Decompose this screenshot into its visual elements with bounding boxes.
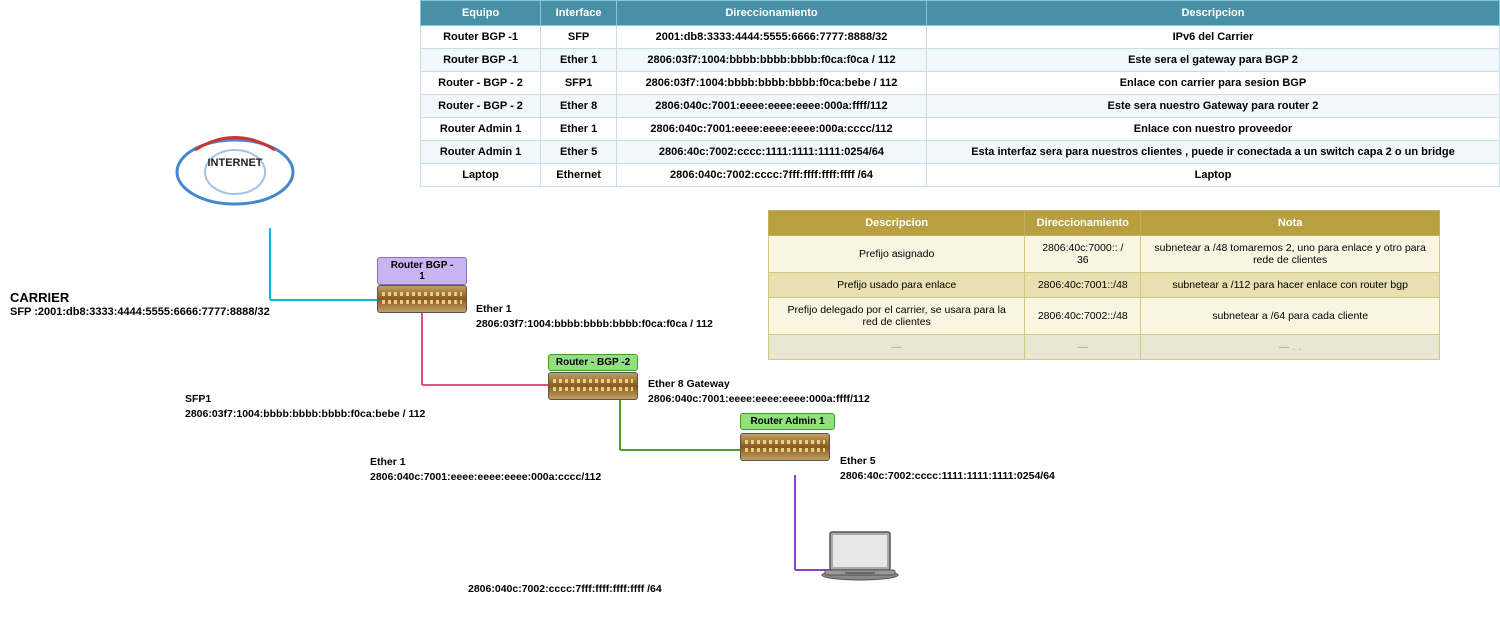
ether5-label: Ether 5	[840, 455, 876, 467]
main-table-wrapper: Equipo Interface Direccionamiento Descri…	[420, 0, 1500, 187]
ether1-admin1-addr: 2806:040c:7001:eeee:eeee:eeee:000a:cccc/…	[370, 471, 601, 483]
cell-equipo: Router - BGP - 2	[421, 95, 541, 118]
cell-interface: SFP1	[541, 72, 617, 95]
cell-equipo: Laptop	[421, 164, 541, 187]
internet-cloud: INTERNET	[170, 135, 300, 225]
cell2-descripcion: —	[769, 335, 1025, 360]
table-row: LaptopEthernet2806:040c:7002:cccc:7fff:f…	[421, 164, 1500, 187]
second-table: Descripcion Direccionamiento Nota Prefij…	[768, 210, 1440, 360]
cell2-descripcion: Prefijo asignado	[769, 236, 1025, 273]
table-row: Router - BGP - 2Ether 82806:040c:7001:ee…	[421, 95, 1500, 118]
cell-direccionamiento: 2806:040c:7002:cccc:7fff:ffff:ffff:ffff …	[617, 164, 927, 187]
cell-descripcion: Enlace con nuestro proveedor	[926, 118, 1499, 141]
table-row: Prefijo asignado2806:40c:7000:: / 36subn…	[769, 236, 1440, 273]
cell-descripcion: Esta interfaz sera para nuestros cliente…	[926, 141, 1499, 164]
cell2-descripcion: Prefijo delegado por el carrier, se usar…	[769, 298, 1025, 335]
cell-interface: Ether 5	[541, 141, 617, 164]
cell-interface: Ethernet	[541, 164, 617, 187]
col-descripcion: Descripcion	[926, 1, 1499, 26]
table-row: Prefijo delegado por el carrier, se usar…	[769, 298, 1440, 335]
router-admin1-icon	[740, 433, 830, 461]
cloud-svg	[170, 135, 300, 210]
col-direccionamiento: Direccionamiento	[617, 1, 927, 26]
laptop-svg	[820, 530, 900, 590]
table-row: Router Admin 1Ether 52806:40c:7002:cccc:…	[421, 141, 1500, 164]
laptop-icon	[820, 530, 900, 590]
ether1-admin1-label: Ether 1	[370, 456, 406, 468]
internet-label: INTERNET	[170, 157, 300, 169]
router-admin1-label: Router Admin 1	[740, 413, 835, 430]
laptop-addr: 2806:040c:7002:cccc:7fff:ffff:ffff:ffff …	[468, 583, 662, 595]
cell-direccionamiento: 2001:db8:3333:4444:5555:6666:7777:8888/3…	[617, 26, 927, 49]
cell-descripcion: Enlace con carrier para sesion BGP	[926, 72, 1499, 95]
second-table-wrapper: Descripcion Direccionamiento Nota Prefij…	[768, 210, 1440, 360]
router-bgp2-area: Router - BGP -2	[548, 372, 638, 400]
ether1-bgp1-label: Ether 1	[476, 303, 512, 315]
cell2-direccionamiento: 2806:40c:7000:: / 36	[1025, 236, 1141, 273]
cell-equipo: Router Admin 1	[421, 141, 541, 164]
main-table: Equipo Interface Direccionamiento Descri…	[420, 0, 1500, 187]
cell-equipo: Router - BGP - 2	[421, 72, 541, 95]
router-bgp1-area: Router BGP -1	[377, 285, 467, 313]
cell-direccionamiento: 2806:040c:7001:eeee:eeee:eeee:000a:cccc/…	[617, 118, 927, 141]
cell2-direccionamiento: 2806:40c:7001::/48	[1025, 273, 1141, 298]
cell-equipo: Router BGP -1	[421, 49, 541, 72]
cell-direccionamiento: 2806:40c:7002:cccc:1111:1111:1111:0254/6…	[617, 141, 927, 164]
cell2-direccionamiento: —	[1025, 335, 1141, 360]
cell2-nota: subnetear a /112 para hacer enlace con r…	[1141, 273, 1440, 298]
cell2-nota: subnetear a /64 para cada cliente	[1141, 298, 1440, 335]
cell2-direccionamiento: 2806:40c:7002::/48	[1025, 298, 1141, 335]
sfp1-bgp2-addr: 2806:03f7:1004:bbbb:bbbb:bbbb:f0ca:bebe …	[185, 408, 425, 420]
cell-equipo: Router BGP -1	[421, 26, 541, 49]
col-interface: Interface	[541, 1, 617, 26]
cell-direccionamiento: 2806:040c:7001:eeee:eeee:eeee:000a:ffff/…	[617, 95, 927, 118]
table-row: Router BGP -1Ether 12806:03f7:1004:bbbb:…	[421, 49, 1500, 72]
sfp1-bgp2-label: SFP1	[185, 393, 211, 405]
router-bgp1-label: Router BGP -1	[377, 257, 467, 285]
cell2-descripcion: Prefijo usado para enlace	[769, 273, 1025, 298]
table-row: Prefijo usado para enlace2806:40c:7001::…	[769, 273, 1440, 298]
cell-direccionamiento: 2806:03f7:1004:bbbb:bbbb:bbbb:f0ca:f0ca …	[617, 49, 927, 72]
ether8-addr: 2806:040c:7001:eeee:eeee:eeee:000a:ffff/…	[648, 393, 870, 405]
cell-descripcion: IPv6 del Carrier	[926, 26, 1499, 49]
table-row: Router Admin 1Ether 12806:040c:7001:eeee…	[421, 118, 1500, 141]
ether5-addr: 2806:40c:7002:cccc:1111:1111:1111:0254/6…	[840, 470, 1055, 482]
carrier-label: CARRIER	[10, 290, 69, 305]
cell-interface: Ether 1	[541, 118, 617, 141]
col2-descripcion: Descripcion	[769, 211, 1025, 236]
cell-descripcion: Este sera nuestro Gateway para router 2	[926, 95, 1499, 118]
cell2-nota: — . .	[1141, 335, 1440, 360]
table-row: ——— . .	[769, 335, 1440, 360]
router-bgp2-icon	[548, 372, 638, 400]
ether1-bgp1-addr: 2806:03f7:1004:bbbb:bbbb:bbbb:f0ca:f0ca …	[476, 318, 713, 330]
router-bgp2-label: Router - BGP -2	[548, 354, 638, 371]
cell-interface: Ether 1	[541, 49, 617, 72]
cell2-nota: subnetear a /48 tomaremos 2, uno para en…	[1141, 236, 1440, 273]
cell-interface: SFP	[541, 26, 617, 49]
table-row: Router - BGP - 2SFP12806:03f7:1004:bbbb:…	[421, 72, 1500, 95]
cell-descripcion: Laptop	[926, 164, 1499, 187]
ether8-label: Ether 8 Gateway	[648, 378, 730, 390]
carrier-sfp-label: SFP :2001:db8:3333:4444:5555:6666:7777:8…	[10, 306, 270, 318]
cell-direccionamiento: 2806:03f7:1004:bbbb:bbbb:bbbb:f0ca:bebe …	[617, 72, 927, 95]
col-equipo: Equipo	[421, 1, 541, 26]
cell-descripcion: Este sera el gateway para BGP 2	[926, 49, 1499, 72]
cell-interface: Ether 8	[541, 95, 617, 118]
router-bgp1-icon	[377, 285, 467, 313]
table-row: Router BGP -1SFP2001:db8:3333:4444:5555:…	[421, 26, 1500, 49]
col2-direccionamiento: Direccionamiento	[1025, 211, 1141, 236]
col2-nota: Nota	[1141, 211, 1440, 236]
cell-equipo: Router Admin 1	[421, 118, 541, 141]
router-admin1-area: Router Admin 1	[740, 433, 830, 461]
